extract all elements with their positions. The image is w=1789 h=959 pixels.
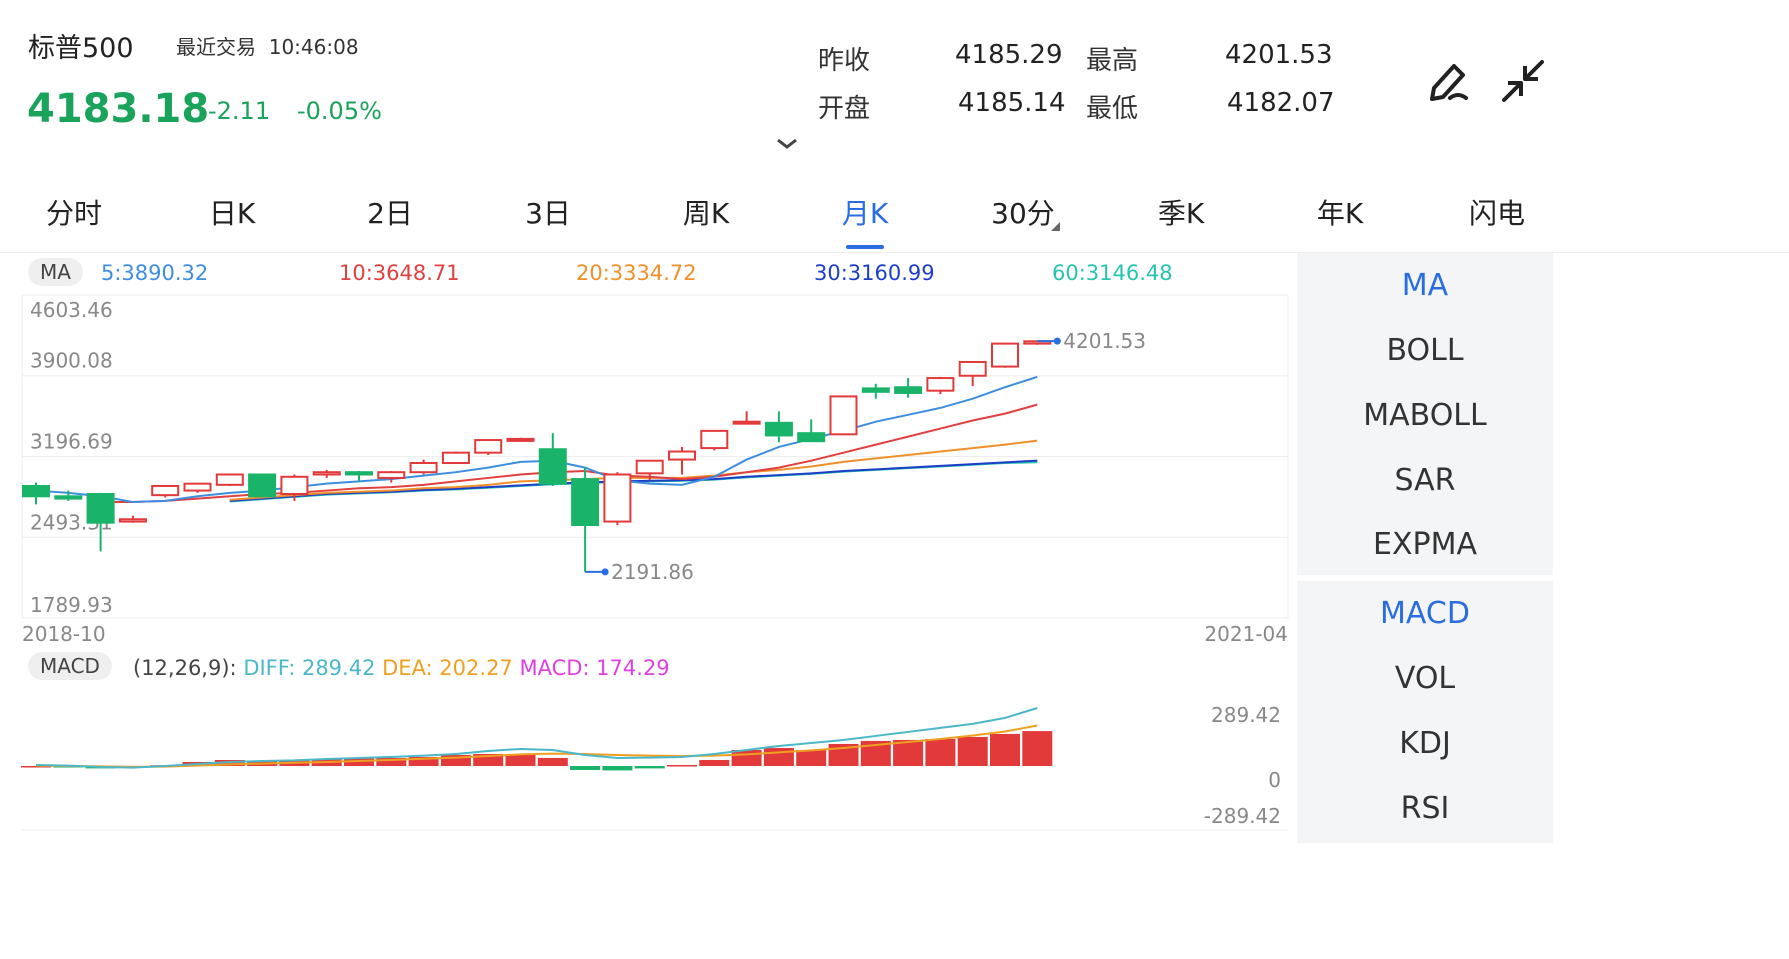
candle-down <box>797 432 826 443</box>
candle-down <box>54 495 83 500</box>
min-marker-dot <box>601 568 609 576</box>
candle-up <box>409 462 438 474</box>
candle-down <box>764 421 793 437</box>
candle-up <box>668 450 696 461</box>
macd-bar-positive <box>796 749 827 766</box>
candle-up <box>377 471 406 479</box>
candle-up <box>151 484 180 497</box>
macd-bar-positive <box>1022 731 1053 766</box>
candle-up <box>603 473 632 523</box>
candle-down <box>861 387 890 393</box>
macd-bar-positive <box>925 738 956 766</box>
candle-down <box>345 471 373 476</box>
candle-up <box>700 429 729 450</box>
candle-down <box>571 478 600 527</box>
candle-up <box>280 475 309 496</box>
macd-bar-positive <box>763 747 794 766</box>
candle-up <box>635 459 664 475</box>
candle-up <box>926 377 955 392</box>
candle-up <box>183 482 212 492</box>
candle-up <box>474 439 503 454</box>
macd-bar-positive <box>957 736 988 766</box>
candle-down <box>538 448 567 485</box>
macd-bar-negative <box>602 766 633 771</box>
macd-bar-positive <box>731 749 762 766</box>
candle-down <box>248 473 277 498</box>
y-tick-label: 3196.69 <box>30 430 113 454</box>
max-marker-dot <box>1053 337 1061 345</box>
x-start-label: 2018-10 <box>22 622 106 646</box>
y-tick-label: 1789.93 <box>30 593 113 617</box>
max-price-label: 4201.53 <box>1063 329 1146 353</box>
y-tick-label: 4603.46 <box>30 298 113 322</box>
candle-down <box>86 493 115 524</box>
candle-up <box>732 420 761 425</box>
macd-bar-positive <box>667 764 697 767</box>
macd-y-tick-bottom: -289.42 <box>1204 804 1281 828</box>
x-end-label: 2021-04 <box>1204 622 1288 646</box>
macd-bar-negative <box>570 766 601 771</box>
macd-bar-positive <box>990 733 1020 766</box>
candle-up <box>118 518 147 523</box>
candle-up <box>215 473 244 486</box>
candle-up <box>506 437 535 442</box>
ma20-line <box>229 439 1038 501</box>
candle-up <box>441 451 470 465</box>
candle-up <box>991 342 1019 368</box>
y-tick-label: 3900.08 <box>30 349 113 373</box>
candle-up <box>958 360 987 377</box>
ma10-line <box>100 403 1038 504</box>
macd-y-tick-top: 289.42 <box>1211 703 1281 727</box>
macd-y-tick-zero: 0 <box>1268 768 1281 792</box>
macd-bar-positive <box>699 759 730 766</box>
macd-bar-positive <box>537 757 568 766</box>
candle-up <box>829 395 858 436</box>
macd-bar-negative <box>634 766 665 769</box>
candle-down <box>22 484 50 498</box>
ma30-line <box>229 459 1038 502</box>
min-price-label: 2191.86 <box>611 560 694 584</box>
kline-chart[interactable]: 4603.463900.083196.692493.311789.932018-… <box>0 0 1789 959</box>
candle-up <box>312 471 341 476</box>
candle-down <box>894 386 923 394</box>
